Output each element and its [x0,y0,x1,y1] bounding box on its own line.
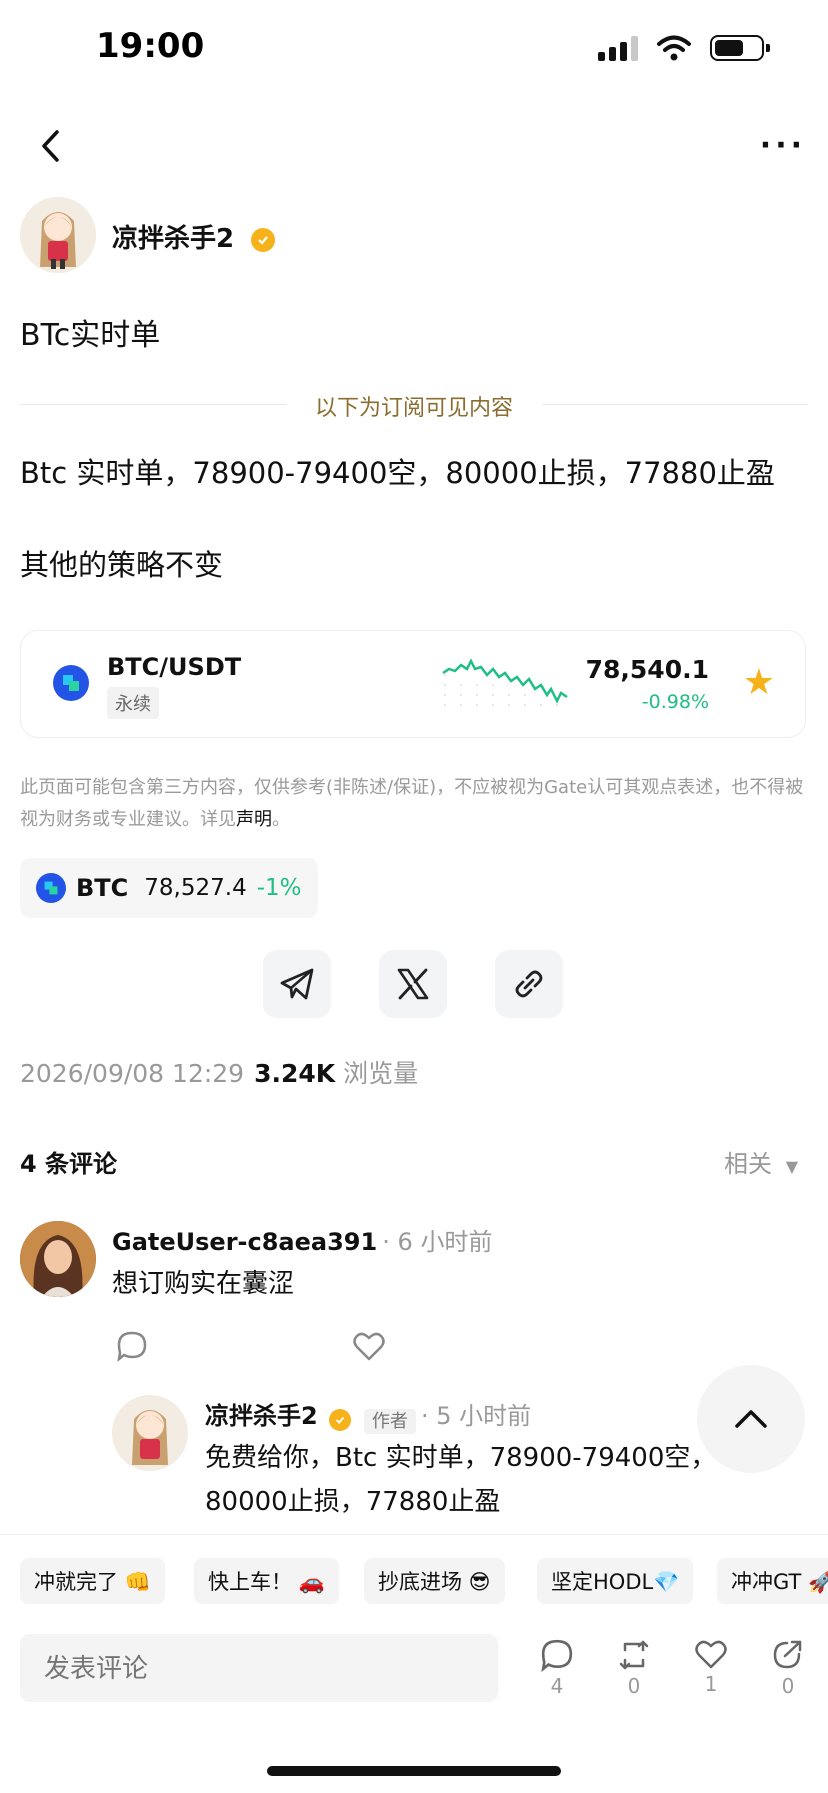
favorite-star-icon[interactable]: ★ [743,665,775,701]
reply-text-line-1: 免费给你，Btc 实时单，78900-79400空， [205,1443,717,1473]
quick-reply-chip[interactable]: 快上车！ 🚗 [194,1558,339,1604]
repost-count-label: 0 [627,1674,641,1698]
repost-icon [619,1640,649,1670]
more-options-button[interactable]: ··· [760,128,806,163]
author-name[interactable]: 凉拌杀手2 [112,224,234,254]
like-count-label: 1 [704,1672,718,1696]
x-logo-icon [397,968,429,1000]
comment-header: GateUser-c8aea391 · 6 小时前 [112,1222,492,1257]
disclaimer: 此页面可能包含第三方内容，仅供参考(非陈述/保证)，不应被视为Gate认可其观点… [20,772,810,836]
sort-dropdown[interactable]: 相关 ▼ [724,1144,798,1179]
scroll-to-top-button[interactable] [697,1365,805,1473]
gate-coin-icon [36,873,66,903]
comment-time: · 6 小时前 [382,1228,493,1256]
share-action[interactable]: 0 [763,1638,813,1698]
ticker-pair: BTC/USDT [107,653,242,681]
share-count-label: 0 [781,1674,795,1698]
back-button[interactable] [30,126,70,166]
status-icons [598,34,770,62]
anime-avatar-icon [20,197,96,273]
caret-down-icon: ▼ [785,1157,798,1176]
like-action[interactable]: 1 [686,1638,736,1696]
cellular-signal-icon [598,35,638,61]
quick-reply-chip[interactable]: 抄底进场 😎 [364,1558,505,1604]
post-meta: 2026/09/08 12:29 3.24K 浏览量 [20,1054,418,1090]
verified-badge-icon [251,227,276,252]
reply-username[interactable]: 凉拌杀手2 [205,1402,318,1430]
disclaimer-link[interactable]: 声明 [236,809,272,830]
post-title: BTc实时单 [20,318,161,353]
status-time: 19:00 [96,26,205,66]
subscriber-divider-label: 以下为订阅可见内容 [314,396,513,421]
btc-chip-price: 78,527.4 [144,875,247,901]
comment-username[interactable]: GateUser-c8aea391 [112,1228,377,1256]
comments-count-label: 4 [550,1674,564,1698]
reply-author-avatar[interactable] [112,1395,188,1471]
link-icon [515,970,543,998]
verified-badge-icon [328,1408,351,1431]
ticker-change: -0.98% [641,691,709,713]
quick-reply-chip[interactable]: 冲就完了 👊 [20,1558,165,1604]
copy-link-button[interactable] [495,950,563,1018]
post-views: 3.24K [254,1059,336,1088]
quick-reply-chip[interactable]: 坚定HODL💎 [537,1558,694,1604]
post-datetime: 2026/09/08 12:29 [20,1059,245,1088]
comments-count: 4 条评论 [20,1150,118,1178]
user-photo-icon [20,1221,96,1297]
quick-reply-chip[interactable]: 冲冲GT 🚀 [717,1558,828,1604]
post-line-1: Btc 实时单，78900-79400空，80000止损，77880止盈 [20,456,775,490]
comment-icon [541,1639,573,1672]
telegram-icon [280,968,314,1000]
btc-chip-symbol: BTC [76,874,129,902]
ticker-price: 78,540.1 [585,655,709,684]
anime-avatar-icon [112,1395,188,1471]
share-icon [773,1640,802,1669]
commenter-avatar[interactable] [20,1221,96,1297]
reply-header: 凉拌杀手2 作者 · 5 小时前 [205,1396,532,1434]
author-avatar[interactable] [20,197,96,273]
sort-label: 相关 [724,1150,773,1178]
btc-chip-change: -1% [256,875,302,901]
battery-icon [710,35,770,61]
disclaimer-end: 。 [272,809,290,830]
disclaimer-text: 此页面可能包含第三方内容，仅供参考(非陈述/保证)，不应被视为Gate认可其观点… [20,777,804,830]
reply-text-line-2: 80000止损，77880止盈 [205,1487,501,1517]
chevron-up-icon [735,1410,767,1428]
sparkline-chart [442,658,568,706]
perpetual-badge: 永续 [107,687,159,719]
repost-action[interactable]: 0 [609,1638,659,1698]
share-telegram-button[interactable] [263,950,331,1018]
reply-comment-icon[interactable] [116,1330,148,1362]
like-comment-icon[interactable] [352,1330,386,1362]
author-tag: 作者 [363,1408,416,1434]
gate-coin-icon [53,665,89,701]
heart-icon [695,1640,727,1669]
post-line-2: 其他的策略不变 [20,548,224,582]
comment-input[interactable] [20,1634,498,1702]
btc-price-chip[interactable]: BTC 78,527.4 -1% [20,858,318,918]
share-x-button[interactable] [379,950,447,1018]
wifi-icon [657,35,691,61]
chevron-left-icon [42,130,59,162]
ticker-card[interactable]: BTC/USDT 永续 78,540.1 -0.98% ★ [20,630,806,738]
comments-action[interactable]: 4 [532,1638,582,1698]
comment-text: 想订购实在囊涩 [112,1269,295,1299]
home-indicator [267,1766,561,1776]
views-label: 浏览量 [343,1059,419,1088]
reply-time: · 5 小时前 [420,1402,532,1430]
author-name-row[interactable]: 凉拌杀手2 [112,218,276,255]
